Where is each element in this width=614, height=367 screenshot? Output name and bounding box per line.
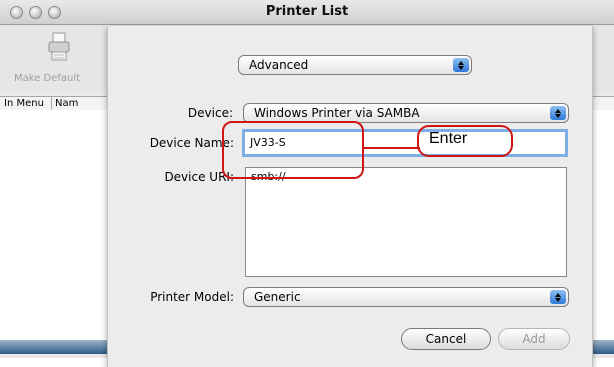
device-label: Device: [187, 106, 233, 120]
callout-label-box: Enter [417, 125, 513, 157]
callout-highlight-box [222, 121, 364, 179]
column-in-menu[interactable]: In Menu [4, 97, 44, 110]
printer-model-value: Generic [254, 290, 301, 304]
printer-model-popup[interactable]: Generic [243, 287, 569, 307]
cancel-button[interactable]: Cancel [401, 328, 491, 350]
add-printer-sheet: Advanced Device: Windows Printer via SAM… [107, 26, 593, 367]
add-button[interactable]: Add [498, 328, 570, 350]
device-name-label: Device Name: [149, 136, 234, 150]
callout-connector-line [364, 147, 420, 149]
title-bar: Printer List [0, 0, 614, 25]
window-title: Printer List [265, 4, 349, 19]
column-divider [51, 97, 52, 110]
device-popup[interactable]: Windows Printer via SAMBA [243, 103, 569, 123]
popup-arrows-icon [453, 58, 469, 72]
popup-arrows-icon [550, 106, 566, 120]
printer-icon[interactable] [48, 32, 70, 66]
device-popup-value: Windows Printer via SAMBA [254, 106, 420, 120]
printer-model-label: Printer Model: [150, 290, 234, 304]
callout-text: Enter [429, 130, 468, 147]
make-default-button[interactable]: Make Default [14, 73, 80, 84]
column-name[interactable]: Nam [55, 97, 78, 110]
device-uri-field[interactable]: smb:// [245, 167, 567, 277]
mode-popup[interactable]: Advanced [238, 55, 472, 75]
device-uri-label: Device URI: [164, 170, 234, 184]
mode-popup-value: Advanced [249, 58, 309, 72]
popup-arrows-icon [550, 290, 566, 304]
